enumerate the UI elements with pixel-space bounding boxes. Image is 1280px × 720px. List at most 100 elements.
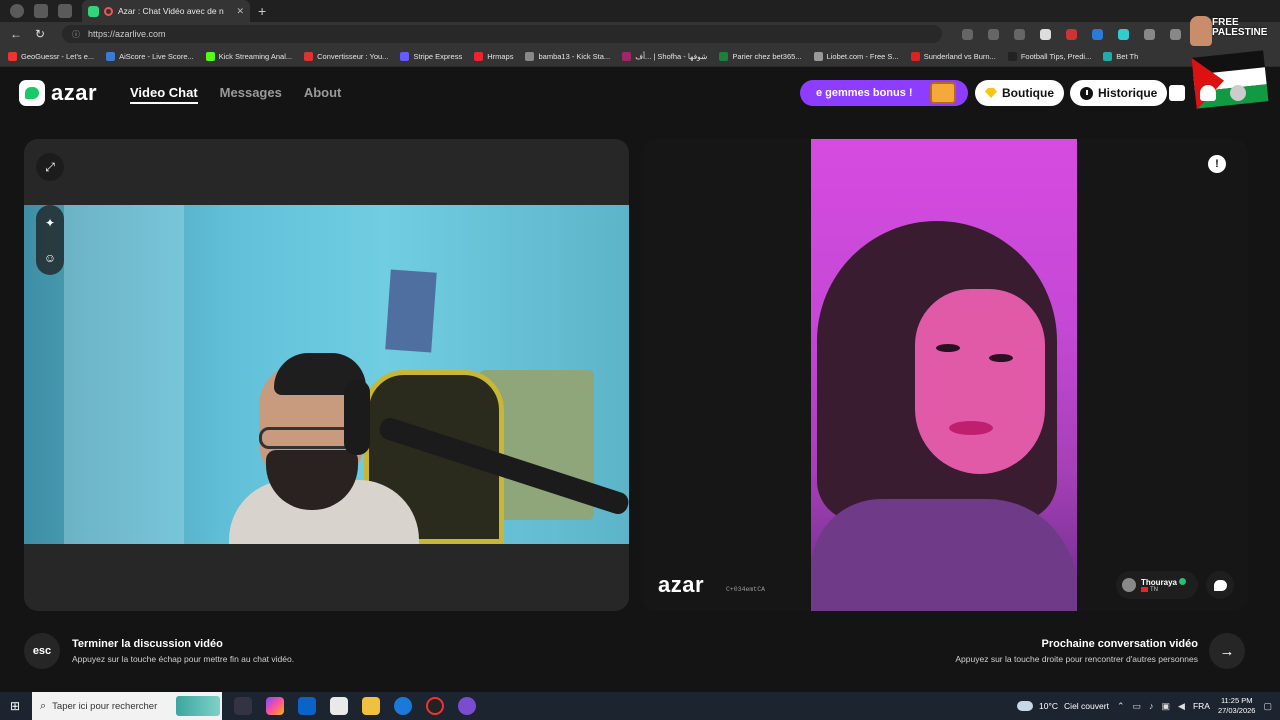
chevron-up-icon[interactable]: ⌃ [1117,701,1125,712]
shop-button[interactable]: Boutique [975,80,1064,106]
face-filter-icon[interactable]: ☺ [44,251,56,265]
remote-video-panel: ! azar C+034emtCA Thouraya TN [642,139,1248,611]
inventory-icon[interactable] [1169,85,1185,101]
obs-icon[interactable] [426,697,444,715]
edge-icon[interactable] [394,697,412,715]
nav-video-chat[interactable]: Video Chat [130,85,198,104]
extension-3-icon[interactable] [1092,28,1103,40]
workspaces-icon[interactable] [34,4,48,18]
bookmark-item[interactable]: Liobet.com - Free S... [813,51,899,61]
notification-bell-icon[interactable] [1200,85,1216,101]
chat-button[interactable] [1206,571,1234,599]
bookmark-label: bamba13 - Kick Sta... [538,51,611,61]
profile-avatar-icon[interactable] [1230,85,1246,101]
esc-button[interactable]: esc [24,633,60,669]
end-chat-title: Terminer la discussion vidéo [72,638,223,650]
nav-messages[interactable]: Messages [220,85,282,104]
weather-widget[interactable]: 10°C Ciel couvert [1017,701,1109,711]
bookmark-favicon-icon [400,51,410,61]
extension-2-icon[interactable] [1066,28,1077,40]
profile-icon[interactable] [10,4,24,18]
bookmark-item[interactable]: Bet Th [1103,51,1138,61]
system-tray: 10°C Ciel couvert ⌃ ▭ ♪ ▣ ◀ FRA 11:25 PM… [1017,692,1280,720]
bookmark-label: أف... | Shofha - شوفها [635,51,708,61]
expand-icon[interactable]: ⤢ [36,153,64,181]
bookmark-item[interactable]: bamba13 - Kick Sta... [525,51,611,61]
extension-1-icon[interactable] [1040,28,1051,40]
temperature: 10°C [1039,701,1059,711]
bookmark-item[interactable]: Stripe Express [400,51,462,61]
url-text: https://azarlive.com [88,29,166,39]
tab-title: Azar : Chat Vidéo avec de n [118,6,224,16]
treasure-chest-icon [930,82,956,104]
bookmark-item[interactable]: Football Tips, Predi... [1007,51,1091,61]
camera-icon[interactable] [962,28,973,40]
back-icon[interactable]: ← [8,27,24,41]
tab-actions-icon[interactable] [58,4,72,18]
microphone-icon[interactable]: ♪ [1149,701,1154,711]
shop-label: Boutique [1002,86,1054,100]
remote-user-badge[interactable]: Thouraya TN [1116,571,1198,599]
bookmark-favicon-icon [1007,51,1017,61]
gem-icon [985,88,997,98]
bookmark-favicon-icon [813,51,823,61]
outlook-icon[interactable] [298,697,316,715]
magic-wand-icon[interactable]: ✦ [45,216,55,230]
tab-azar[interactable]: Azar : Chat Vidéo avec de n ✕ [82,0,250,22]
bookmark-favicon-icon [719,51,729,61]
url-field[interactable]: ⓘ https://azarlive.com [62,25,942,43]
bonus-label: e gemmes bonus ! [816,87,913,99]
bookmark-item[interactable]: Kick Streaming Anal... [205,51,293,61]
search-placeholder: Taper ici pour rechercher [52,700,158,712]
copilot-icon[interactable] [266,697,284,715]
next-arrow-button[interactable]: → [1209,633,1245,669]
windows-start-icon[interactable]: ⊞ [0,699,30,713]
nav-about[interactable]: About [304,85,342,104]
bookmark-label: Kick Streaming Anal... [218,51,293,61]
close-tab-icon[interactable]: ✕ [236,6,244,17]
bookmark-item[interactable]: Hrmaps [474,51,513,61]
taskbar-search[interactable]: ⌕ Taper ici pour rechercher [32,692,222,720]
date: 27/03/2026 [1217,706,1256,715]
remote-country: TN [1150,586,1158,593]
bookmarks-bar: GeoGuessr - Let's e... AiScore - Live Sco… [0,46,1280,67]
store-icon[interactable] [330,697,348,715]
new-tab-icon[interactable]: + [258,3,266,19]
network-icon[interactable]: ▭ [1132,701,1141,712]
main-nav: Video Chat Messages About [130,85,341,104]
task-view-icon[interactable] [234,697,252,715]
bookmark-favicon-icon [1103,51,1113,61]
bookmark-item[interactable]: GeoGuessr - Let's e... [8,51,94,61]
bookmark-item[interactable]: Parier chez bet365... [719,51,802,61]
bonus-gems-button[interactable]: e gemmes bonus ! [800,80,968,106]
bookmark-item[interactable]: Convertisseur : You... [304,51,388,61]
bookmark-label: AiScore - Live Score... [119,51,194,61]
split-view-icon[interactable] [1170,28,1181,40]
azar-logo[interactable]: azar [19,80,97,106]
app-icon[interactable] [988,28,999,40]
address-bar-row: ← ↻ ⓘ https://azarlive.com [0,22,1280,46]
discord-icon[interactable] [458,697,476,715]
bookmark-item[interactable]: أف... | Shofha - شوفها [622,51,708,61]
info-icon[interactable]: ⓘ [72,29,80,40]
video-tools: ✦ ☺ [36,205,64,275]
next-chat-subtitle: Appuyez sur la touche droite pour rencon… [955,654,1198,664]
star-icon[interactable] [1014,28,1025,40]
bookmark-favicon-icon [474,51,484,61]
report-icon[interactable]: ! [1208,155,1226,173]
bookmark-item[interactable]: AiScore - Live Score... [106,51,194,61]
taskbar-clock[interactable]: 11:25 PM 27/03/2026 [1218,696,1256,716]
bookmark-item[interactable]: Sunderland vs Burn... [910,51,996,61]
language[interactable]: FRA [1193,701,1210,711]
history-button[interactable]: Historique [1070,80,1168,106]
extension-4-icon[interactable] [1118,28,1129,40]
volume-icon[interactable]: ◀ [1178,701,1185,712]
history-label: Historique [1098,86,1158,100]
reload-icon[interactable]: ↻ [32,27,48,41]
remote-username: Thouraya [1141,577,1178,587]
pinned-apps [234,697,476,715]
file-explorer-icon[interactable] [362,697,380,715]
display-icon[interactable]: ▣ [1162,701,1171,712]
extensions-icon[interactable] [1144,28,1155,40]
notifications-icon[interactable]: ▢ [1263,701,1272,712]
